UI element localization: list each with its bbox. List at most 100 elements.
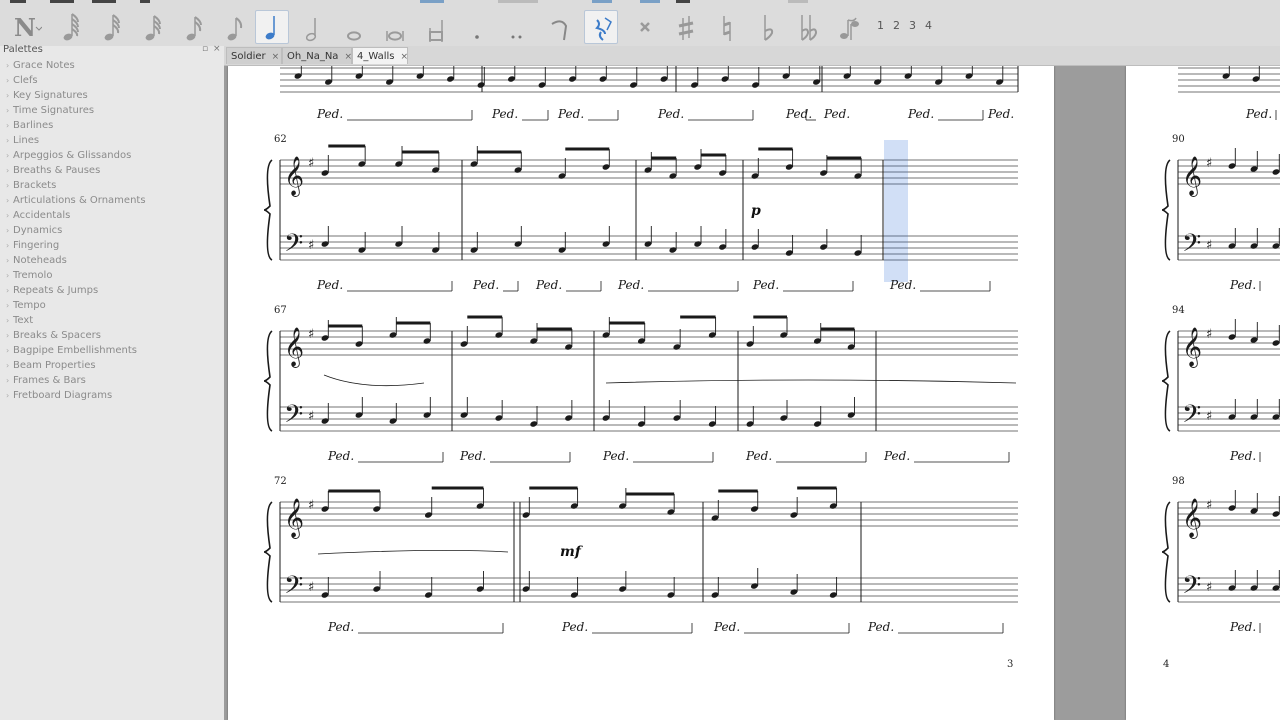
- palette-item[interactable]: › Repeats & Jumps: [0, 283, 224, 298]
- toggle-x-icon[interactable]: [628, 10, 662, 44]
- palette-item[interactable]: › Bagpipe Embellishments: [0, 343, 224, 358]
- treble-clef: 𝄞: [284, 327, 304, 368]
- close-tab-icon[interactable]: ×: [272, 52, 280, 62]
- note[interactable]: [1272, 510, 1280, 517]
- palette-item[interactable]: › Frames & Bars: [0, 373, 224, 388]
- treble-clef: 𝄞: [284, 498, 304, 539]
- pedal-marking: Ped.: [1229, 278, 1256, 292]
- bass-clef: 𝄢: [284, 400, 303, 435]
- system-brace: [1161, 501, 1171, 603]
- bass-clef: 𝄢: [1182, 229, 1201, 264]
- score-notation: Ped. 𝄞 𝄢 ♯ ♯ Ped. 𝄞 𝄢 ♯ ♯ Ped. 𝄞 𝄢 ♯ ♯ Ped.: [1161, 66, 1280, 634]
- system-brace: [1161, 330, 1171, 432]
- whole-note-icon[interactable]: [337, 10, 371, 44]
- palette-item[interactable]: › Beam Properties: [0, 358, 224, 373]
- palette-item[interactable]: › Fretboard Diagrams: [0, 388, 224, 403]
- palette-item[interactable]: › Lines: [0, 133, 224, 148]
- note[interactable]: [1272, 339, 1280, 346]
- slur: [323, 374, 425, 387]
- pedal-marking: Ped.: [1229, 449, 1256, 463]
- palette-item[interactable]: › Dynamics: [0, 223, 224, 238]
- dynamic-marking[interactable]: mf: [560, 544, 581, 560]
- close-panel-icon[interactable]: ×: [213, 44, 221, 54]
- palette-item[interactable]: › Brackets: [0, 178, 224, 193]
- palette-item[interactable]: › Barlines: [0, 118, 224, 133]
- note[interactable]: [1272, 168, 1280, 175]
- 16th-note-icon[interactable]: [177, 10, 211, 44]
- palette-item[interactable]: › Breaths & Pauses: [0, 163, 224, 178]
- 128th-note-icon[interactable]: [54, 10, 88, 44]
- score-canvas[interactable]: Ped. Ped. Ped. Ped. Ped. Ped. Ped. Ped. 𝄞 𝄢 ♯ ♯ Ped.…: [224, 66, 1280, 720]
- palette-item[interactable]: › Breaks & Spacers: [0, 328, 224, 343]
- key-signature: ♯: [1206, 238, 1212, 253]
- note-input-icon[interactable]: N: [8, 10, 42, 44]
- palette-item[interactable]: › Noteheads: [0, 253, 224, 268]
- natural-icon[interactable]: [710, 10, 744, 44]
- longa-icon[interactable]: [419, 10, 453, 44]
- pedal-marking: Ped.: [883, 449, 910, 463]
- 64th-note-icon[interactable]: [95, 10, 129, 44]
- palette-item[interactable]: › Clefs: [0, 73, 224, 88]
- palette-item[interactable]: › Key Signatures: [0, 88, 224, 103]
- palette-list: › Grace Notes › Clefs › Key Signatures › Tim…: [0, 58, 224, 403]
- breve-icon[interactable]: [378, 10, 412, 44]
- palette-item[interactable]: › Accidentals: [0, 208, 224, 223]
- tab-4-walls[interactable]: 4_Walls ×: [352, 47, 408, 64]
- tie-icon[interactable]: [542, 10, 576, 44]
- pedal-marking: Ped.: [327, 620, 354, 634]
- palette-item[interactable]: › Text: [0, 313, 224, 328]
- close-tab-icon[interactable]: ×: [344, 52, 352, 62]
- voice-1-button[interactable]: 1: [877, 19, 884, 32]
- voice-3-button[interactable]: 3: [909, 19, 916, 32]
- note[interactable]: [1272, 413, 1280, 420]
- flip-direction-icon[interactable]: [833, 10, 867, 44]
- pedal-marking: Ped.: [889, 278, 916, 292]
- augmentation-dot-icon[interactable]: [460, 10, 494, 44]
- palette-item[interactable]: › Articulations & Ornaments: [0, 193, 224, 208]
- key-signature: ♯: [308, 580, 314, 595]
- voice-2-button[interactable]: 2: [893, 19, 900, 32]
- sharp-icon[interactable]: [669, 10, 703, 44]
- tab-oh-na-na[interactable]: Oh_Na_Na ×: [282, 47, 352, 64]
- system-brace: [1161, 159, 1171, 261]
- tab-label: Soldier: [231, 51, 266, 62]
- float-panel-icon[interactable]: ▫: [202, 44, 208, 54]
- note-input-toolbar: N 1 2 3 4: [0, 0, 1280, 47]
- palette-item[interactable]: › Tempo: [0, 298, 224, 313]
- pedal-marking: Ped.: [617, 278, 644, 292]
- note[interactable]: [1272, 242, 1280, 249]
- key-signature: ♯: [1206, 156, 1212, 171]
- page-number: 3: [1007, 659, 1014, 670]
- key-signature: ♯: [1206, 409, 1212, 424]
- voice-4-button[interactable]: 4: [925, 19, 932, 32]
- top-toolbar-strip: [10, 0, 808, 3]
- treble-clef: 𝄞: [1182, 327, 1202, 368]
- palette-item[interactable]: › Arpeggios & Glissandos: [0, 148, 224, 163]
- key-signature: ♯: [308, 238, 314, 253]
- note[interactable]: [1272, 584, 1280, 591]
- half-note-icon[interactable]: [297, 10, 331, 44]
- quarter-note-icon[interactable]: [255, 10, 289, 44]
- bass-clef: 𝄢: [1182, 571, 1201, 606]
- palette-item[interactable]: › Tremolo: [0, 268, 224, 283]
- key-signature: ♯: [1206, 580, 1212, 595]
- double-flat-icon[interactable]: [792, 10, 826, 44]
- palette-item[interactable]: › Fingering: [0, 238, 224, 253]
- double-dot-icon[interactable]: [500, 10, 534, 44]
- key-signature: ♯: [308, 409, 314, 424]
- measure-number: 98: [1172, 476, 1185, 487]
- close-tab-icon[interactable]: ×: [401, 52, 409, 62]
- pedal-marking: Ped.: [907, 107, 934, 121]
- rest-icon[interactable]: [584, 10, 618, 44]
- palette-title: Palettes: [3, 44, 43, 55]
- pedal-marking: Ped.: [745, 449, 772, 463]
- tab-soldier[interactable]: Soldier ×: [226, 47, 282, 64]
- flat-icon[interactable]: [751, 10, 785, 44]
- pedal-marking: Ped.: [535, 278, 562, 292]
- palette-item[interactable]: › Grace Notes: [0, 58, 224, 73]
- bass-clef: 𝄢: [284, 229, 303, 264]
- 32nd-note-icon[interactable]: [136, 10, 170, 44]
- palette-item[interactable]: › Time Signatures: [0, 103, 224, 118]
- eighth-note-icon[interactable]: [218, 10, 252, 44]
- dynamic-marking[interactable]: p: [751, 203, 761, 219]
